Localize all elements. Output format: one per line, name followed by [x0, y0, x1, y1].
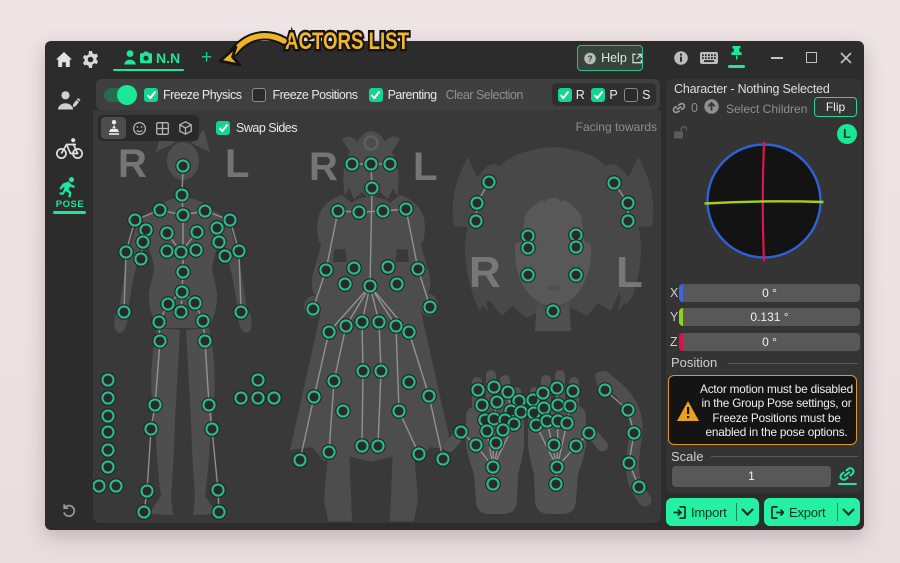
svg-text:L: L [413, 145, 437, 189]
svg-text:L: L [616, 248, 643, 297]
svg-text:R: R [118, 142, 147, 186]
svg-text:ACTORS LIST: ACTORS LIST [285, 28, 409, 55]
svg-text:?: ? [587, 53, 592, 63]
svg-text:R: R [469, 248, 501, 297]
svg-text:L: L [225, 142, 249, 186]
svg-text:R: R [309, 145, 338, 189]
